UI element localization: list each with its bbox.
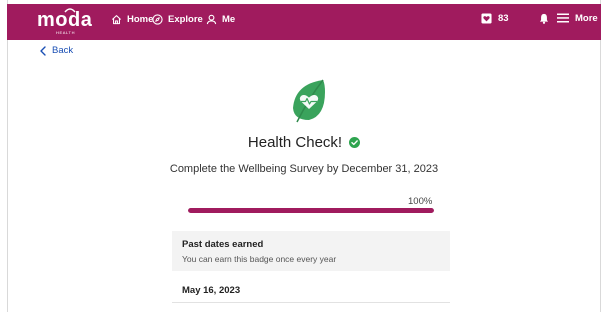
nav-me-label: Me [222, 13, 236, 25]
progress-bar-fill [188, 208, 434, 213]
home-icon [111, 14, 122, 24]
past-dates-panel: Past dates earned You can earn this badg… [172, 231, 450, 271]
more-menu-button[interactable]: More [557, 10, 598, 26]
compass-icon [152, 13, 163, 25]
list-item: May 16, 2023 [172, 271, 450, 303]
nav-explore[interactable]: Explore [152, 11, 203, 27]
notifications-button[interactable] [539, 10, 549, 26]
chevron-left-icon [40, 45, 46, 56]
check-circle-icon [349, 137, 361, 148]
logo-subtext: HEALTH [56, 30, 76, 35]
past-dates-subtitle: You can earn this badge once every year [182, 254, 337, 264]
nav-home-label: Home [127, 13, 154, 25]
badge-description: Complete the Wellbeing Survey by Decembe… [169, 163, 439, 175]
user-icon [206, 14, 217, 24]
nav-home[interactable]: Home [111, 11, 153, 27]
earned-date: May 16, 2023 [182, 285, 241, 296]
badge-heart-icon [481, 12, 492, 24]
back-link[interactable]: Back [40, 45, 73, 56]
heart-leaf-icon [293, 79, 325, 123]
badge-title-row: Health Check! [0, 134, 608, 151]
nav-explore-label: Explore [168, 13, 203, 25]
progress-bar [188, 208, 434, 213]
back-label: Back [52, 45, 74, 56]
progress-percent-label: 100% [408, 196, 433, 207]
past-dates-title: Past dates earned [182, 239, 264, 250]
moda-health-logo[interactable]: moda HEALTH [37, 6, 93, 38]
badge-count: 83 [498, 12, 509, 24]
more-label: More [575, 12, 598, 24]
bell-icon [539, 13, 549, 24]
badges-counter-button[interactable]: 83 [481, 10, 509, 26]
top-navigation-bar: moda HEALTH [7, 4, 601, 40]
hamburger-menu-icon [557, 13, 569, 23]
logo-wordmark: moda [37, 9, 93, 31]
badge-title: Health Check! [247, 134, 343, 151]
nav-me[interactable]: Me [206, 11, 235, 27]
